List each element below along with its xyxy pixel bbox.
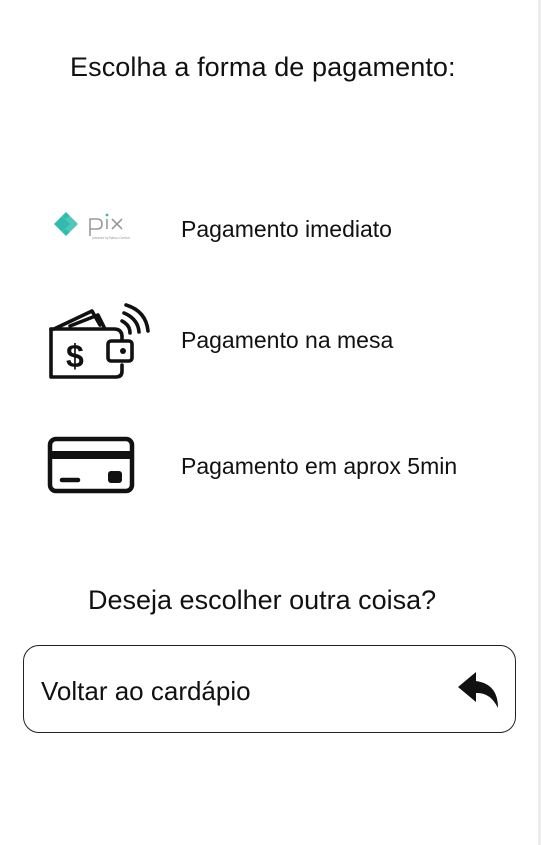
payment-option-mesa[interactable]: $ Pagamento na mesa [44,295,504,385]
payment-option-label: Pagamento em aprox 5min [181,453,458,479]
reply-arrow-icon [456,670,500,710]
svg-text:$: $ [66,338,84,374]
svg-text:powered by Banco Central: powered by Banco Central [92,236,130,240]
payment-option-card[interactable]: Pagamento em aprox 5min [44,421,504,511]
other-choice-question: Deseja escolher outra coisa? [88,585,437,615]
payment-option-pix[interactable]: powered by Banco Central Pagamento imedi… [44,184,504,274]
pix-logo-icon: powered by Banco Central [44,184,164,274]
payment-option-label: Pagamento na mesa [181,327,394,353]
wallet-contactless-icon: $ [44,295,164,385]
credit-card-icon [44,421,164,511]
page-title: Escolha a forma de pagamento: [70,52,456,82]
back-to-menu-label: Voltar ao cardápio [41,676,251,706]
payment-option-label: Pagamento imediato [181,216,392,242]
back-to-menu-button[interactable]: Voltar ao cardápio [23,645,516,733]
